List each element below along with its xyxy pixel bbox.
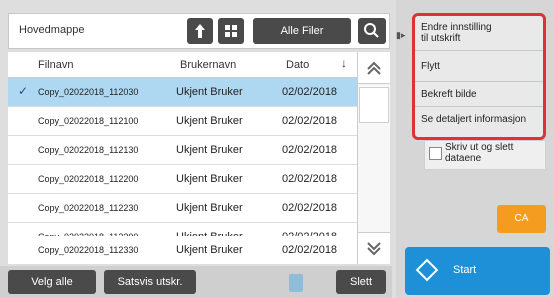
file-date: 02/02/2018 xyxy=(282,144,338,156)
screen: Hovedmappe Alle Filer Filnavn Brukernavn… xyxy=(0,0,554,298)
file-date: 02/02/2018 xyxy=(282,202,338,214)
file-name: Copy_02022018_112230 xyxy=(38,203,139,213)
grid-view-icon xyxy=(225,25,237,37)
all-files-button[interactable]: Alle Filer xyxy=(253,18,351,44)
panel-collapse-icon[interactable]: ▮▸ xyxy=(396,30,406,44)
file-table: Filnavn Brukernavn Dato ↓ ✓ Copy_0202201… xyxy=(8,52,357,264)
menu-item-confirm-image[interactable]: Bekreft bilde xyxy=(415,82,543,107)
print-and-delete-label: Skriv ut og slett dataene xyxy=(445,142,514,164)
file-name: Copy_02022018_112200 xyxy=(38,174,139,184)
file-user: Ukjent Bruker xyxy=(176,173,243,185)
file-user: Ukjent Bruker xyxy=(176,86,243,98)
table-row[interactable]: Copy_02022018_112200 Ukjent Bruker 02/02… xyxy=(8,165,357,194)
start-button[interactable]: Start xyxy=(405,247,550,295)
delete-button[interactable]: Slett xyxy=(336,270,386,294)
start-icon xyxy=(415,258,439,282)
print-and-delete-option[interactable]: Skriv ut og slett dataene xyxy=(424,140,546,170)
column-header-date[interactable]: Dato xyxy=(286,59,309,71)
file-user: Ukjent Bruker xyxy=(176,244,243,256)
column-header-filename[interactable]: Filnavn xyxy=(38,59,73,71)
menu-item-move[interactable]: Flytt xyxy=(415,51,543,82)
scroll-up-button[interactable] xyxy=(358,52,390,84)
folder-title: Hovedmappe xyxy=(19,24,85,36)
double-down-arrow-icon xyxy=(367,242,381,256)
sort-down-arrow-icon[interactable]: ↓ xyxy=(341,56,347,70)
table-header: Filnavn Brukernavn Dato ↓ xyxy=(8,52,357,78)
table-row[interactable]: ✓ Copy_02022018_112030 Ukjent Bruker 02/… xyxy=(8,78,357,107)
file-date: 02/02/2018 xyxy=(282,244,338,256)
file-name: Copy_02022018_112130 xyxy=(38,145,139,155)
file-name: Copy_02022018_112030 xyxy=(38,87,139,97)
file-date: 02/02/2018 xyxy=(282,115,338,127)
menu-item-label: Flytt xyxy=(421,61,440,72)
file-name: Copy_02022018_112100 xyxy=(38,116,139,126)
menu-item-detailed-info[interactable]: Se detaljert informasjon xyxy=(415,107,543,137)
file-date: 02/02/2018 xyxy=(282,86,338,98)
select-all-button[interactable]: Velg alle xyxy=(8,270,96,294)
search-button[interactable] xyxy=(358,18,386,44)
action-menu: Endre innstilling til utskrift Flytt Bek… xyxy=(412,13,546,140)
table-row[interactable]: Copy_02022018_112230 Ukjent Bruker 02/02… xyxy=(8,194,357,223)
file-name: Copy_02022018_112330 xyxy=(38,245,139,255)
clear-all-button[interactable]: CA xyxy=(497,205,546,233)
up-arrow-icon xyxy=(195,24,205,38)
up-folder-button[interactable] xyxy=(187,18,213,44)
file-user: Ukjent Bruker xyxy=(176,202,243,214)
checkmark-icon: ✓ xyxy=(18,84,29,98)
scroll-thumb[interactable] xyxy=(359,87,389,123)
file-user: Ukjent Bruker xyxy=(176,144,243,156)
table-row[interactable]: Copy_02022018_112330 Ukjent Bruker 02/02… xyxy=(8,236,357,264)
scrollbar[interactable] xyxy=(357,52,390,264)
double-up-arrow-icon xyxy=(367,61,381,75)
folder-toolbar: Hovedmappe Alle Filer xyxy=(8,13,390,49)
file-date: 02/02/2018 xyxy=(282,173,338,185)
batch-print-button[interactable]: Satsvis utskr. xyxy=(104,270,196,294)
scroll-down-button[interactable] xyxy=(358,232,390,264)
menu-item-label: Se detaljert informasjon xyxy=(421,114,527,125)
grid-view-button[interactable] xyxy=(218,18,244,44)
table-row[interactable]: Copy_02022018_112100 Ukjent Bruker 02/02… xyxy=(8,107,357,136)
menu-item-label: Bekreft bilde xyxy=(421,89,477,100)
file-user: Ukjent Bruker xyxy=(176,115,243,127)
print-and-delete-checkbox[interactable] xyxy=(429,147,442,160)
table-row[interactable]: Copy_02022018_112130 Ukjent Bruker 02/02… xyxy=(8,136,357,165)
column-header-username[interactable]: Brukernavn xyxy=(180,59,236,71)
search-icon xyxy=(364,23,379,38)
menu-item-label: Endre innstilling til utskrift xyxy=(421,22,492,44)
bottom-action-bar: Velg alle Satsvis utskr. Slett xyxy=(0,266,392,298)
trash-icon xyxy=(289,274,303,292)
start-label: Start xyxy=(453,264,477,276)
menu-item-change-print-settings[interactable]: Endre innstilling til utskrift xyxy=(415,16,543,51)
